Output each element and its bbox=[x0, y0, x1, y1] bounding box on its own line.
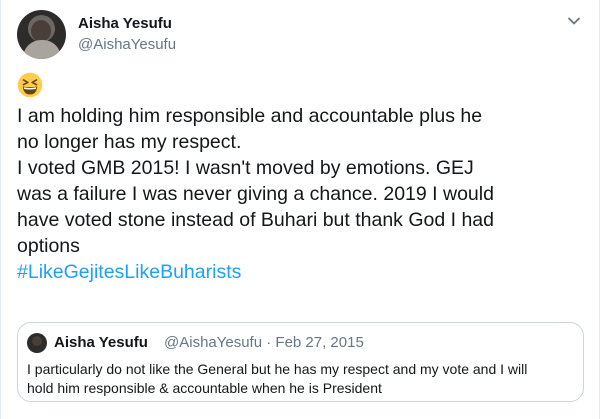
tweet-line: have voted stone instead of Buhari but t… bbox=[17, 209, 494, 231]
quoted-line: hold him responsible & accountable when … bbox=[27, 380, 382, 396]
tweet-line: was a failure I was never giving a chanc… bbox=[17, 183, 494, 205]
quoted-tweet[interactable]: Aisha Yesufu @AishaYesufu · Feb 27, 2015… bbox=[17, 322, 584, 402]
tweet-card: Aisha Yesufu @AishaYesufu I am holding h… bbox=[0, 0, 600, 419]
avatar-body bbox=[23, 40, 61, 59]
tweet-header: Aisha Yesufu @AishaYesufu bbox=[17, 10, 583, 60]
tweet-line: I voted GMB 2015! I wasn't moved by emot… bbox=[17, 157, 474, 179]
author-handle[interactable]: @AishaYesufu bbox=[78, 36, 176, 53]
tweet-line: options bbox=[17, 235, 80, 257]
chevron-down-icon[interactable] bbox=[567, 14, 581, 28]
quoted-line: I particularly do not like the General b… bbox=[27, 361, 528, 377]
quoted-text: I particularly do not like the General b… bbox=[27, 360, 575, 398]
avatar-face bbox=[31, 20, 51, 42]
hashtag-link[interactable]: #LikeGejitesLikeBuharists bbox=[17, 259, 587, 285]
tweet-text: I am holding him responsible and account… bbox=[17, 103, 587, 285]
quoted-author-avatar bbox=[27, 333, 47, 353]
tweet-line: I am holding him responsible and account… bbox=[17, 105, 483, 127]
quoted-handle-date: @AishaYesufu · Feb 27, 2015 bbox=[164, 334, 364, 351]
quoted-author-name: Aisha Yesufu bbox=[54, 334, 148, 351]
author-avatar[interactable] bbox=[17, 10, 66, 59]
tweet-line: no longer has my respect. bbox=[17, 131, 242, 153]
author-name[interactable]: Aisha Yesufu bbox=[78, 15, 172, 32]
grinning-squinting-face-icon bbox=[17, 72, 43, 98]
